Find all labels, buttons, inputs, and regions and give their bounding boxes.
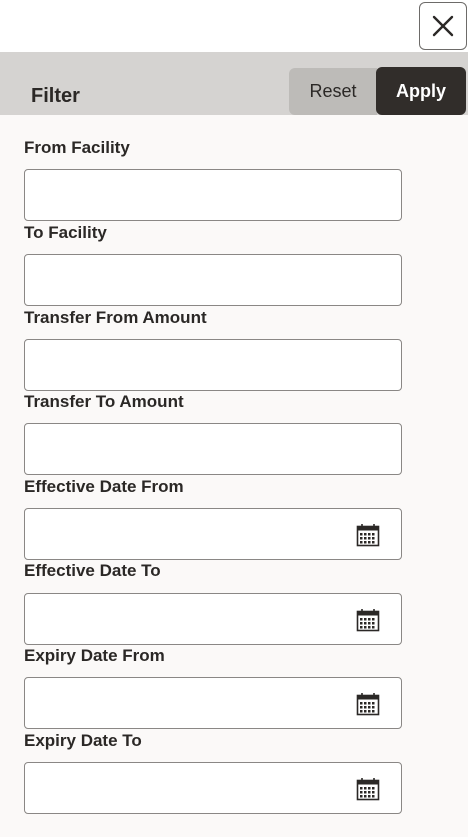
to-facility-input[interactable] [25, 255, 345, 303]
reset-button[interactable]: Reset [289, 68, 377, 115]
filter-title: Filter [31, 85, 80, 107]
expiry-date-from-field[interactable] [24, 677, 402, 729]
expiry-date-from-calendar-button[interactable] [355, 691, 381, 717]
transfer-to-amount-label: Transfer To Amount [24, 392, 184, 411]
calendar-icon [356, 693, 380, 716]
filter-panel: Filter Reset Apply From Facility To Faci… [0, 0, 468, 837]
effective-date-from-calendar-button[interactable] [355, 522, 381, 548]
transfer-from-amount-input[interactable] [25, 340, 345, 388]
effective-date-to-calendar-button[interactable] [355, 607, 381, 633]
expiry-date-from-input[interactable] [25, 678, 345, 726]
expiry-date-to-field[interactable] [24, 762, 402, 814]
close-icon [432, 15, 454, 37]
effective-date-to-label: Effective Date To [24, 561, 161, 580]
effective-date-to-field[interactable] [24, 593, 402, 645]
from-facility-field[interactable] [24, 169, 402, 221]
effective-date-from-field[interactable] [24, 508, 402, 560]
expiry-date-to-label: Expiry Date To [24, 731, 142, 750]
to-facility-field[interactable] [24, 254, 402, 306]
close-button[interactable] [419, 2, 467, 50]
effective-date-from-input[interactable] [25, 509, 345, 557]
effective-date-to-input[interactable] [25, 594, 345, 642]
calendar-icon [356, 778, 380, 801]
effective-date-from-label: Effective Date From [24, 477, 184, 496]
expiry-date-to-input[interactable] [25, 763, 345, 811]
transfer-from-amount-field[interactable] [24, 339, 402, 391]
from-facility-input[interactable] [25, 170, 345, 218]
transfer-from-amount-label: Transfer From Amount [24, 308, 207, 327]
to-facility-label: To Facility [24, 223, 107, 242]
apply-button[interactable]: Apply [376, 67, 466, 115]
expiry-date-to-calendar-button[interactable] [355, 776, 381, 802]
top-bar [0, 0, 468, 52]
calendar-icon [356, 609, 380, 632]
transfer-to-amount-input[interactable] [25, 424, 345, 472]
calendar-icon [356, 524, 380, 547]
expiry-date-from-label: Expiry Date From [24, 646, 165, 665]
transfer-to-amount-field[interactable] [24, 423, 402, 475]
from-facility-label: From Facility [24, 138, 130, 157]
